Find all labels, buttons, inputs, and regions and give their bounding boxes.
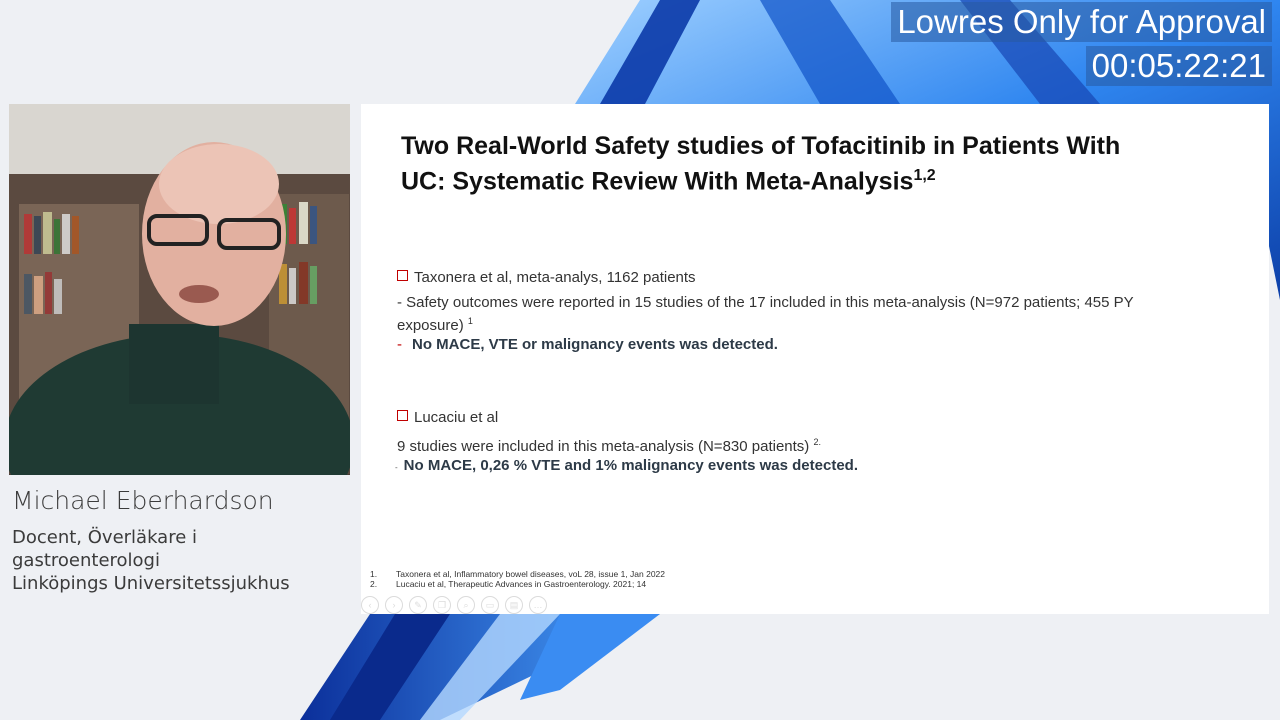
study1-finding: - No MACE, VTE or malignancy events was d…	[397, 336, 778, 353]
study2-heading: Lucaciu et al	[397, 409, 498, 426]
presentation-slide: Two Real-World Safety studies of Tofacit…	[361, 104, 1269, 614]
reference-number: 2.	[370, 579, 378, 589]
study2-finding-text: No MACE, 0,26 % VTE and 1% malignancy ev…	[403, 457, 858, 474]
back-icon[interactable]: ‹	[361, 596, 379, 614]
slide-title-superscript: 1,2	[913, 167, 936, 184]
speaker-affiliation: Linköpings Universitetssjukhus	[12, 573, 290, 594]
approval-watermark: Lowres Only for Approval	[891, 2, 1272, 42]
study1-finding-text: No MACE, VTE or malignancy events was de…	[412, 336, 778, 353]
speaker-title: Docent, Överläkare i	[12, 527, 198, 548]
reference-1: 1. Taxonera et al, Inflammatory bowel dis…	[370, 569, 665, 579]
study1-detail: - Safety outcomes were reported in 15 st…	[397, 293, 1177, 335]
screen-icon[interactable]: ▭	[481, 596, 499, 614]
reference-2: 2. Lucaciu et al, Therapeutic Advances in…	[370, 579, 646, 589]
slide-title: Two Real-World Safety studies of Tofacit…	[401, 132, 1241, 196]
speaker-video-frame	[9, 104, 350, 475]
bullet-square-icon	[397, 270, 408, 281]
timecode: 00:05:22:21	[1085, 46, 1272, 86]
speaker-name: Michael Eberhardson	[12, 486, 274, 515]
study1-ref-marker: 1	[467, 316, 473, 326]
bullet-square-icon	[397, 410, 408, 421]
study2-detail-text: 9 studies were included in this meta-ana…	[397, 438, 810, 455]
reference-text: Taxonera et al, Inflammatory bowel disea…	[396, 569, 666, 579]
more-icon[interactable]: …	[529, 596, 547, 614]
reference-number: 1.	[370, 569, 378, 579]
dash-bullet: -	[397, 336, 402, 353]
reference-text: Lucaciu et al, Therapeutic Advances in G…	[396, 579, 647, 589]
study2-detail: 9 studies were included in this meta-ana…	[397, 433, 1177, 456]
slide-title-line2: UC: Systematic Review With Meta-Analysis	[401, 167, 914, 196]
pen-icon[interactable]: ✎	[409, 596, 427, 614]
dash-bullet: -	[395, 463, 398, 472]
copy-icon[interactable]: ❐	[433, 596, 451, 614]
study2-heading-text: Lucaciu et al	[414, 409, 499, 426]
slide-title-line1: Two Real-World Safety studies of Tofacit…	[401, 132, 1121, 160]
slideshow-toolbar: ‹ › ✎ ❐ ⌕ ▭ ▤ …	[361, 596, 547, 614]
subtitle-icon[interactable]: ▤	[505, 596, 523, 614]
study1-detail-text: - Safety outcomes were reported in 15 st…	[397, 294, 1134, 334]
speaker-video	[9, 104, 350, 475]
zoom-icon[interactable]: ⌕	[457, 596, 475, 614]
speaker-department: gastroenterologi	[12, 550, 160, 571]
study2-ref-marker: 2.	[813, 437, 821, 447]
study2-finding: - No MACE, 0,26 % VTE and 1% malignancy e…	[395, 457, 858, 474]
study1-heading-text: Taxonera et al, meta-analys, 1162 patien…	[414, 269, 696, 286]
forward-icon[interactable]: ›	[385, 596, 403, 614]
study1-heading: Taxonera et al, meta-analys, 1162 patien…	[397, 269, 696, 286]
